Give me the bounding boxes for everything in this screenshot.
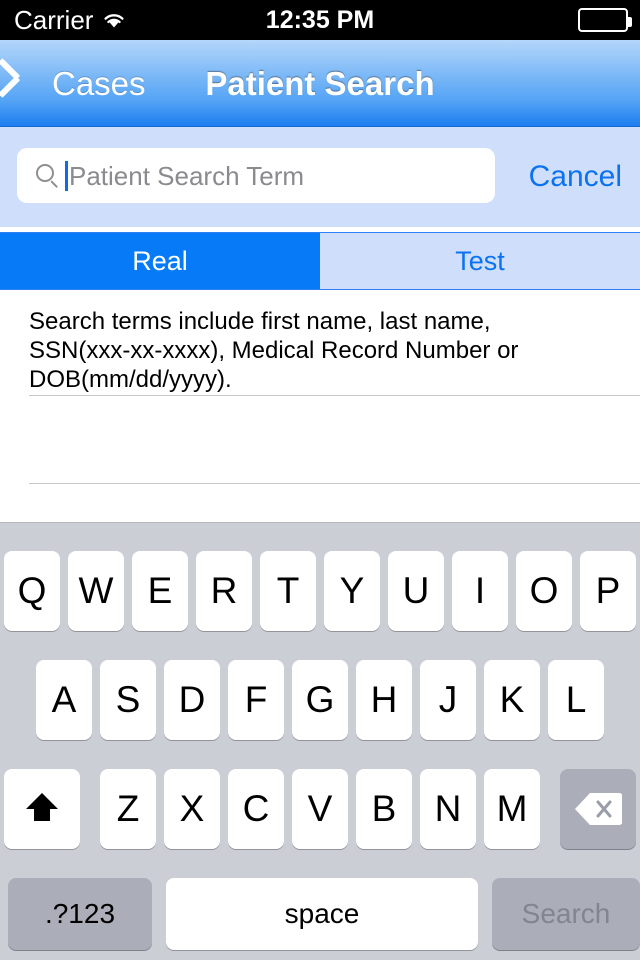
key-o[interactable]: O bbox=[516, 551, 572, 631]
search-hint-text: Search terms include first name, last na… bbox=[29, 308, 519, 393]
numbers-key[interactable]: .?123 bbox=[8, 878, 152, 950]
text-cursor bbox=[65, 160, 68, 191]
key-z[interactable]: Z bbox=[100, 769, 156, 849]
key-b[interactable]: B bbox=[356, 769, 412, 849]
backspace-delete-icon bbox=[574, 792, 623, 826]
segment-real[interactable]: Real bbox=[0, 233, 320, 289]
key-q[interactable]: Q bbox=[4, 551, 60, 631]
shift-key[interactable] bbox=[4, 769, 80, 849]
page-title: Patient Search bbox=[205, 64, 435, 102]
key-s[interactable]: S bbox=[100, 660, 156, 740]
search-hint-cell: Search terms include first name, last na… bbox=[0, 290, 640, 404]
key-m[interactable]: M bbox=[484, 769, 540, 849]
shift-icon bbox=[20, 787, 64, 831]
table-separator bbox=[29, 395, 640, 396]
key-k[interactable]: K bbox=[484, 660, 540, 740]
keyboard-row-1: Q W E R T Y U I O P bbox=[0, 551, 640, 631]
backspace-key[interactable] bbox=[560, 769, 636, 849]
key-t[interactable]: T bbox=[260, 551, 316, 631]
key-d[interactable]: D bbox=[164, 660, 220, 740]
keyboard-row-2: A S D F G H J K L bbox=[0, 660, 640, 740]
cancel-button[interactable]: Cancel bbox=[529, 127, 622, 227]
space-key[interactable]: space bbox=[166, 878, 478, 950]
status-bar-right bbox=[578, 0, 632, 40]
keyboard-row-4: .?123 space Search bbox=[0, 878, 640, 958]
key-f[interactable]: F bbox=[228, 660, 284, 740]
battery-nub bbox=[628, 17, 632, 27]
status-bar: Carrier 12:35 PM bbox=[0, 0, 640, 40]
key-l[interactable]: L bbox=[548, 660, 604, 740]
search-input[interactable]: Patient Search Term bbox=[17, 148, 495, 203]
app-root: Carrier 12:35 PM Cases Patient Search Pa… bbox=[0, 0, 640, 960]
keyboard-row-3: Z X C V B N M bbox=[0, 769, 640, 849]
scope-segmented-control: Real Test bbox=[0, 232, 640, 290]
key-g[interactable]: G bbox=[292, 660, 348, 740]
key-r[interactable]: R bbox=[196, 551, 252, 631]
search-icon bbox=[35, 163, 61, 189]
battery-icon bbox=[578, 8, 632, 32]
key-n[interactable]: N bbox=[420, 769, 476, 849]
table-separator bbox=[29, 483, 640, 484]
key-h[interactable]: H bbox=[356, 660, 412, 740]
key-v[interactable]: V bbox=[292, 769, 348, 849]
key-p[interactable]: P bbox=[580, 551, 636, 631]
search-input-placeholder: Patient Search Term bbox=[69, 160, 305, 191]
search-key[interactable]: Search bbox=[492, 878, 640, 950]
key-a[interactable]: A bbox=[36, 660, 92, 740]
status-bar-time: 12:35 PM bbox=[265, 5, 375, 34]
navigation-bar: Cases Patient Search bbox=[0, 40, 640, 127]
on-screen-keyboard: Q W E R T Y U I O P A S D F G H J K L Z … bbox=[0, 522, 640, 960]
segment-test[interactable]: Test bbox=[320, 233, 640, 289]
key-x[interactable]: X bbox=[164, 769, 220, 849]
key-w[interactable]: W bbox=[68, 551, 124, 631]
search-bar-area: Patient Search Term Cancel bbox=[0, 127, 640, 227]
key-i[interactable]: I bbox=[452, 551, 508, 631]
results-table: Search terms include first name, last na… bbox=[0, 290, 640, 522]
key-j[interactable]: J bbox=[420, 660, 476, 740]
key-c[interactable]: C bbox=[228, 769, 284, 849]
key-y[interactable]: Y bbox=[324, 551, 380, 631]
key-u[interactable]: U bbox=[388, 551, 444, 631]
key-e[interactable]: E bbox=[132, 551, 188, 631]
